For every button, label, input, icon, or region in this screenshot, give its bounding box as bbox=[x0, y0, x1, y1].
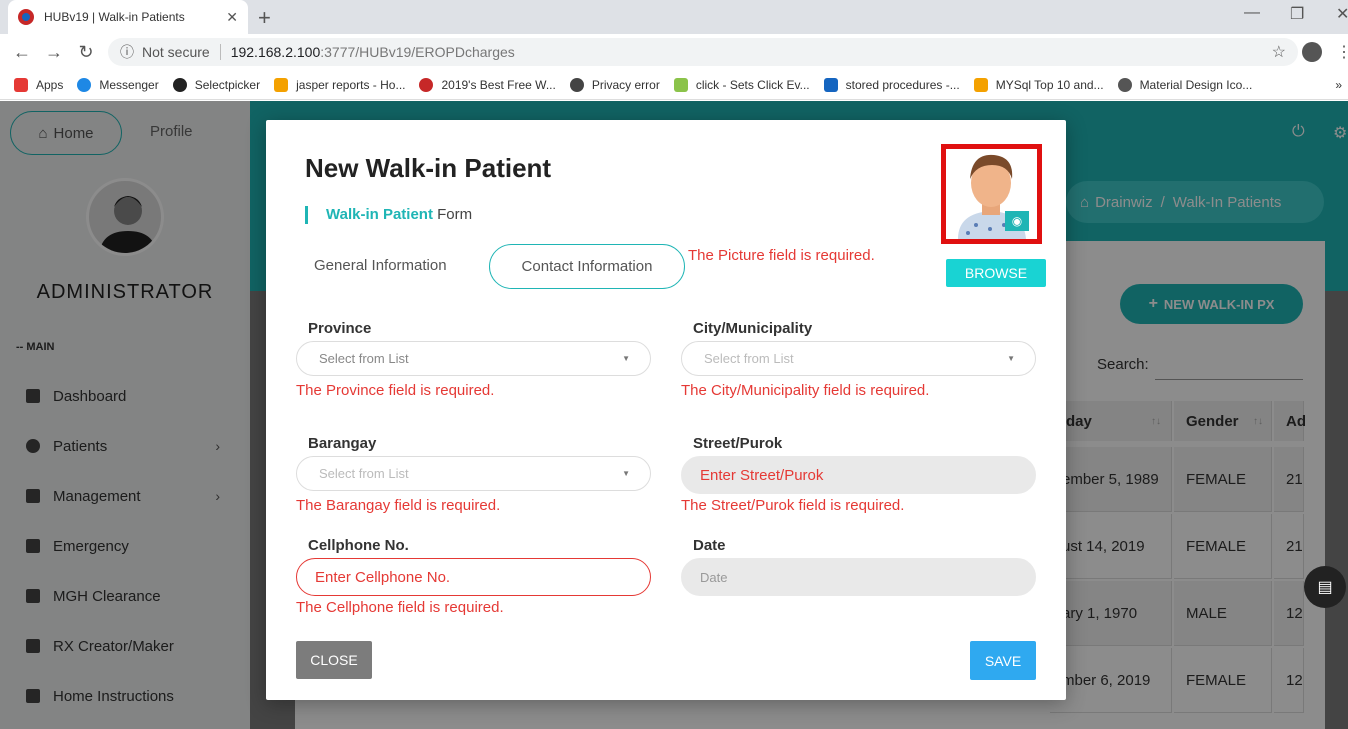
bookmark-item[interactable]: Material Design Ico... bbox=[1117, 77, 1252, 92]
chat-icon[interactable]: ▤ bbox=[1304, 566, 1346, 608]
info-icon[interactable]: ⓘ bbox=[120, 42, 134, 62]
bookmark-star-icon[interactable]: ☆ bbox=[1272, 42, 1286, 62]
tab-contact-information[interactable]: Contact Information bbox=[489, 244, 685, 289]
province-label: Province bbox=[308, 320, 372, 337]
date-input[interactable]: Date bbox=[681, 558, 1036, 596]
stackoverflow-icon bbox=[973, 77, 988, 92]
site-icon bbox=[673, 77, 688, 92]
province-select[interactable]: Select from List ▼ bbox=[296, 341, 651, 376]
close-button[interactable]: CLOSE bbox=[296, 641, 372, 679]
warning-icon bbox=[569, 77, 584, 92]
caret-down-icon: ▼ bbox=[622, 354, 630, 363]
new-tab-icon[interactable]: + bbox=[258, 5, 271, 31]
browse-button[interactable]: BROWSE bbox=[946, 259, 1046, 287]
save-button[interactable]: SAVE bbox=[970, 641, 1036, 680]
street-error: The Street/Purok field is required. bbox=[681, 497, 905, 514]
bookmark-item[interactable]: stored procedures -... bbox=[823, 77, 960, 92]
bookmark-item[interactable]: Messenger bbox=[77, 77, 159, 92]
bookmark-item[interactable]: click - Sets Click Ev... bbox=[673, 77, 810, 92]
caret-down-icon: ▼ bbox=[1007, 354, 1015, 363]
tab-title: HUBv19 | Walk-in Patients bbox=[44, 10, 185, 24]
apps-grid-icon bbox=[14, 77, 28, 92]
new-walkin-modal: New Walk-in Patient Walk-in Patient Form… bbox=[266, 120, 1066, 700]
cellphone-input[interactable]: Enter Cellphone No. bbox=[296, 558, 651, 596]
url-host: 192.168.2.100 bbox=[230, 44, 321, 60]
cellphone-label: Cellphone No. bbox=[308, 537, 409, 554]
modal-title: New Walk-in Patient bbox=[305, 153, 552, 183]
cellphone-error: The Cellphone field is required. bbox=[296, 599, 504, 616]
caret-down-icon: ▼ bbox=[622, 469, 630, 478]
back-icon[interactable]: ← bbox=[6, 42, 38, 63]
favicon-icon bbox=[18, 9, 34, 25]
barangay-select[interactable]: Select from List ▼ bbox=[296, 456, 651, 491]
bookmark-item[interactable]: jasper reports - Ho... bbox=[274, 77, 405, 92]
restore-icon[interactable]: ❐ bbox=[1290, 4, 1304, 24]
barangay-error: The Barangay field is required. bbox=[296, 497, 501, 514]
stackoverflow-icon bbox=[274, 77, 289, 92]
street-label: Street/Purok bbox=[693, 435, 783, 452]
barangay-label: Barangay bbox=[308, 435, 377, 452]
picture-error: The Picture field is required. bbox=[688, 247, 875, 264]
browser-tab-bar: HUBv19 | Walk-in Patients ✕ + — ❐ ✕ bbox=[0, 0, 1348, 34]
site-icon bbox=[419, 77, 434, 92]
address-bar-row: ← → ↻ ⓘ Not secure 192.168.2.100:3777/HU… bbox=[0, 34, 1348, 70]
bookmark-item[interactable]: Privacy error bbox=[569, 77, 660, 92]
url-path: :3777/HUBv19/EROPDcharges bbox=[320, 44, 515, 60]
minimize-icon[interactable]: — bbox=[1244, 4, 1260, 22]
modal-subtitle: Walk-in Patient Form bbox=[305, 206, 472, 224]
messenger-icon bbox=[77, 77, 92, 92]
browser-tab[interactable]: HUBv19 | Walk-in Patients ✕ bbox=[8, 0, 248, 34]
globe-icon bbox=[1117, 77, 1132, 92]
camera-icon[interactable]: ◉ bbox=[1005, 211, 1029, 231]
forward-icon[interactable]: → bbox=[38, 42, 70, 63]
profile-icon[interactable] bbox=[1302, 42, 1322, 62]
province-error: The Province field is required. bbox=[296, 382, 495, 399]
city-error: The City/Municipality field is required. bbox=[681, 382, 930, 399]
window-close-icon[interactable]: ✕ bbox=[1336, 4, 1348, 24]
bookmark-item[interactable]: Selectpicker bbox=[172, 77, 260, 92]
bookmarks-bar: Apps Messenger Selectpicker jasper repor… bbox=[0, 70, 1348, 100]
not-secure-label: Not secure bbox=[142, 44, 221, 60]
bookmark-item[interactable]: MYSql Top 10 and... bbox=[973, 77, 1104, 92]
bookmark-item[interactable]: Apps bbox=[14, 77, 63, 92]
street-input[interactable]: Enter Street/Purok bbox=[681, 456, 1036, 494]
close-tab-icon[interactable]: ✕ bbox=[226, 9, 238, 26]
more-bookmarks-icon[interactable]: » bbox=[1335, 78, 1342, 92]
tab-general-information[interactable]: General Information bbox=[314, 257, 447, 274]
reload-icon[interactable]: ↻ bbox=[70, 42, 102, 63]
patient-picture[interactable]: ◉ bbox=[941, 144, 1042, 244]
bookmark-item[interactable]: 2019's Best Free W... bbox=[419, 77, 556, 92]
selectpicker-icon bbox=[172, 77, 187, 92]
city-label: City/Municipality bbox=[693, 320, 813, 337]
database-icon bbox=[823, 77, 838, 92]
date-label: Date bbox=[693, 537, 726, 554]
url-bar[interactable]: ⓘ Not secure 192.168.2.100:3777/HUBv19/E… bbox=[108, 38, 1298, 66]
city-select[interactable]: Select from List ▼ bbox=[681, 341, 1036, 376]
browser-menu-icon[interactable]: ⋮ bbox=[1336, 42, 1348, 62]
